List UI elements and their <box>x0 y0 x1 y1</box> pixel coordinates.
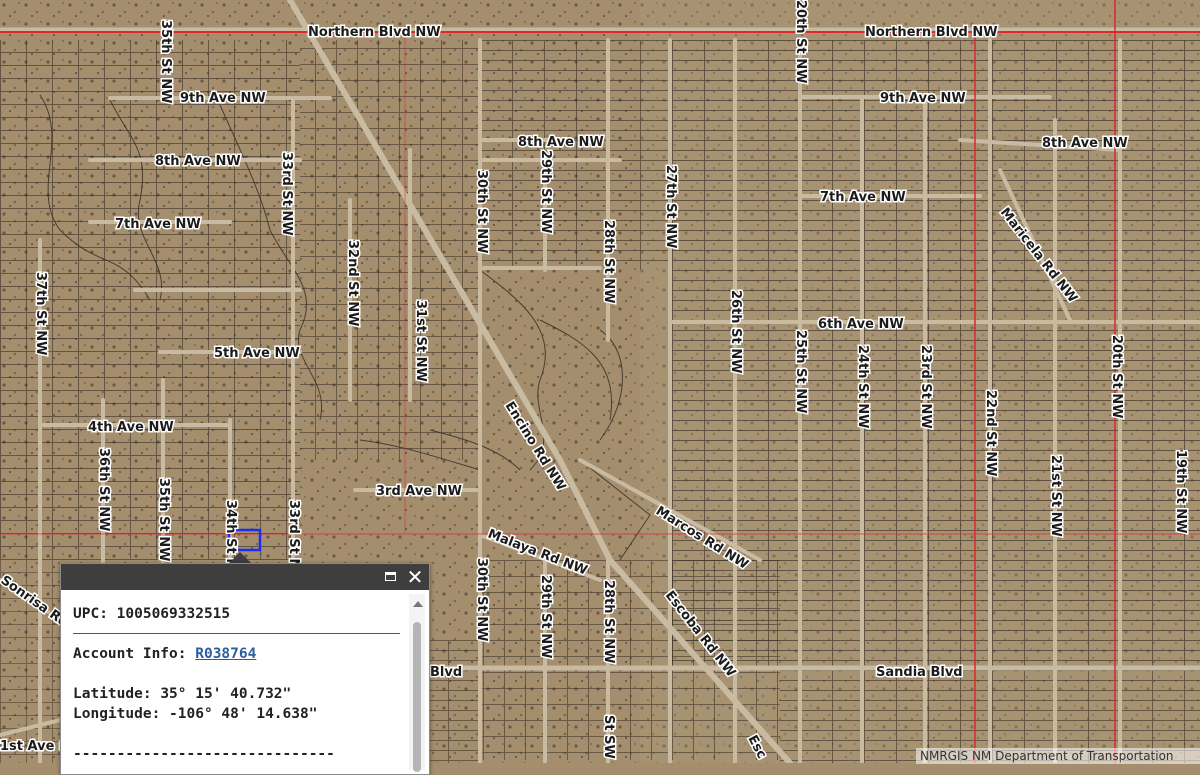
latitude-row: Latitude: 35° 15' 40.732" <box>73 684 403 704</box>
street-label-24th-st: 24th St NW <box>855 345 870 428</box>
street-label-32nd-st: 32nd St NW <box>345 240 360 327</box>
street-label-sandia-blvd: Sandia Blvd <box>876 665 963 680</box>
map-attribution: NMRGIS NM Department of Transportation <box>916 748 1200 764</box>
street-label-37th-st: 37th St NW <box>33 272 48 355</box>
scroll-thumb[interactable] <box>413 622 421 772</box>
longitude-row: Longitude: -106° 48' 14.638" <box>73 704 403 724</box>
street-label-6th-ave: 6th Ave NW <box>818 317 904 332</box>
longitude-value: -106° 48' 14.638" <box>169 706 318 722</box>
street-label-30th-st-north: 30th St NW <box>474 170 489 253</box>
street-label-sandia-west: Blvd <box>430 665 462 680</box>
street-label-33rd-st: 33rd St NW <box>279 152 294 236</box>
street-label-st-sw: St SW <box>601 715 616 759</box>
street-label-25th-st: 25th St NW <box>793 330 808 413</box>
street-label-26th-st: 26th St NW <box>728 290 743 373</box>
upc-row: UPC: 1005069332515 <box>73 604 403 624</box>
popup-body: UPC: 1005069332515 Account Info: R038764… <box>73 604 403 764</box>
street-label-northern-blvd-east: Northern Blvd NW <box>865 25 998 40</box>
street-label-20th-st-top: 20th St NW <box>793 0 808 83</box>
popup-header: ✕ <box>61 564 429 590</box>
street-label-5th-ave: 5th Ave NW <box>214 346 300 361</box>
street-label-19th-st: 19th St NW <box>1173 450 1188 533</box>
street-label-8th-ave-east: 8th Ave NW <box>1042 136 1128 151</box>
street-label-8th-ave-west: 8th Ave NW <box>155 154 241 169</box>
popup-divider <box>73 633 400 634</box>
maximize-icon[interactable] <box>381 567 401 587</box>
street-label-20th-st: 20th St NW <box>1109 335 1124 418</box>
street-label-8th-ave-mid: 8th Ave NW <box>518 135 604 150</box>
scroll-up-icon[interactable] <box>413 601 423 607</box>
street-label-7th-ave-east: 7th Ave NW <box>820 190 906 205</box>
account-link[interactable]: R038764 <box>195 646 256 662</box>
street-label-9th-ave-west: 9th Ave NW <box>180 91 266 106</box>
street-label-28th-st-south: 28th St NW <box>601 580 616 663</box>
street-label-30th-st-south: 30th St NW <box>474 558 489 641</box>
account-label: Account Info: <box>73 646 187 662</box>
street-label-29th-st: 29th St NW <box>538 150 553 233</box>
street-label-29th-st-south: 29th St NW <box>538 575 553 658</box>
latitude-value: 35° 15' 40.732" <box>160 686 292 702</box>
street-label-21st-st: 21st St NW <box>1048 455 1063 537</box>
street-label-35th-st: 35th St NW <box>158 20 173 103</box>
account-row: Account Info: R038764 <box>73 644 403 664</box>
parcel-info-popup: ✕ UPC: 1005069332515 Account Info: R0387… <box>60 563 430 775</box>
longitude-label: Longitude: <box>73 706 161 722</box>
street-label-northern-blvd: Northern Blvd NW <box>308 25 441 40</box>
street-label-7th-ave-west: 7th Ave NW <box>115 217 201 232</box>
popup-scrollbar[interactable] <box>409 594 425 772</box>
street-label-3rd-ave: 3rd Ave NW <box>376 484 462 499</box>
street-label-4th-ave: 4th Ave NW <box>88 420 174 435</box>
street-label-35th-st-south: 35th St NW <box>156 478 171 561</box>
street-label-9th-ave-east: 9th Ave NW <box>880 91 966 106</box>
upc-label: UPC: <box>73 606 108 622</box>
street-label-23rd-st: 23rd St NW <box>918 345 933 429</box>
latitude-label: Latitude: <box>73 686 152 702</box>
street-label-36th-st: 36th St NW <box>96 448 111 531</box>
dashed-separator: ------------------------------ <box>73 746 335 762</box>
street-label-22nd-st: 22nd St NW <box>983 390 998 477</box>
street-label-31st-st: 31st St NW <box>413 300 428 382</box>
street-label-28th-st: 28th St NW <box>601 220 616 303</box>
street-label-27th-st: 27th St NW <box>663 165 678 248</box>
close-icon[interactable]: ✕ <box>405 567 425 587</box>
upc-value: 1005069332515 <box>116 606 231 622</box>
